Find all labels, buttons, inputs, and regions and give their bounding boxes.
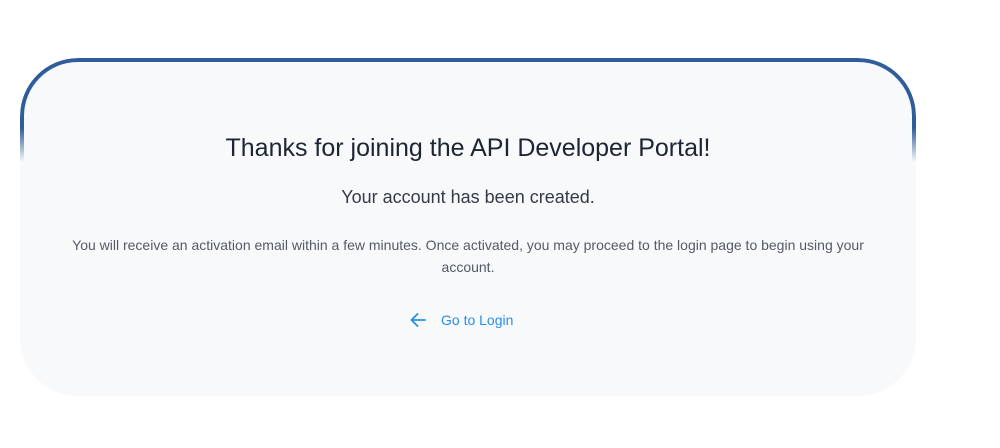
activation-info-text: You will receive an activation email wit… <box>72 237 864 275</box>
page-title: Thanks for joining the API Developer Por… <box>225 134 711 162</box>
confirmation-card: Thanks for joining the API Developer Por… <box>20 58 916 396</box>
arrow-left-icon <box>409 312 427 328</box>
card-border <box>20 58 916 396</box>
go-to-login-link[interactable]: Go to Login <box>409 310 513 330</box>
go-to-login-label: Go to Login <box>441 312 514 328</box>
account-created-message: Your account has been created. <box>341 187 595 207</box>
